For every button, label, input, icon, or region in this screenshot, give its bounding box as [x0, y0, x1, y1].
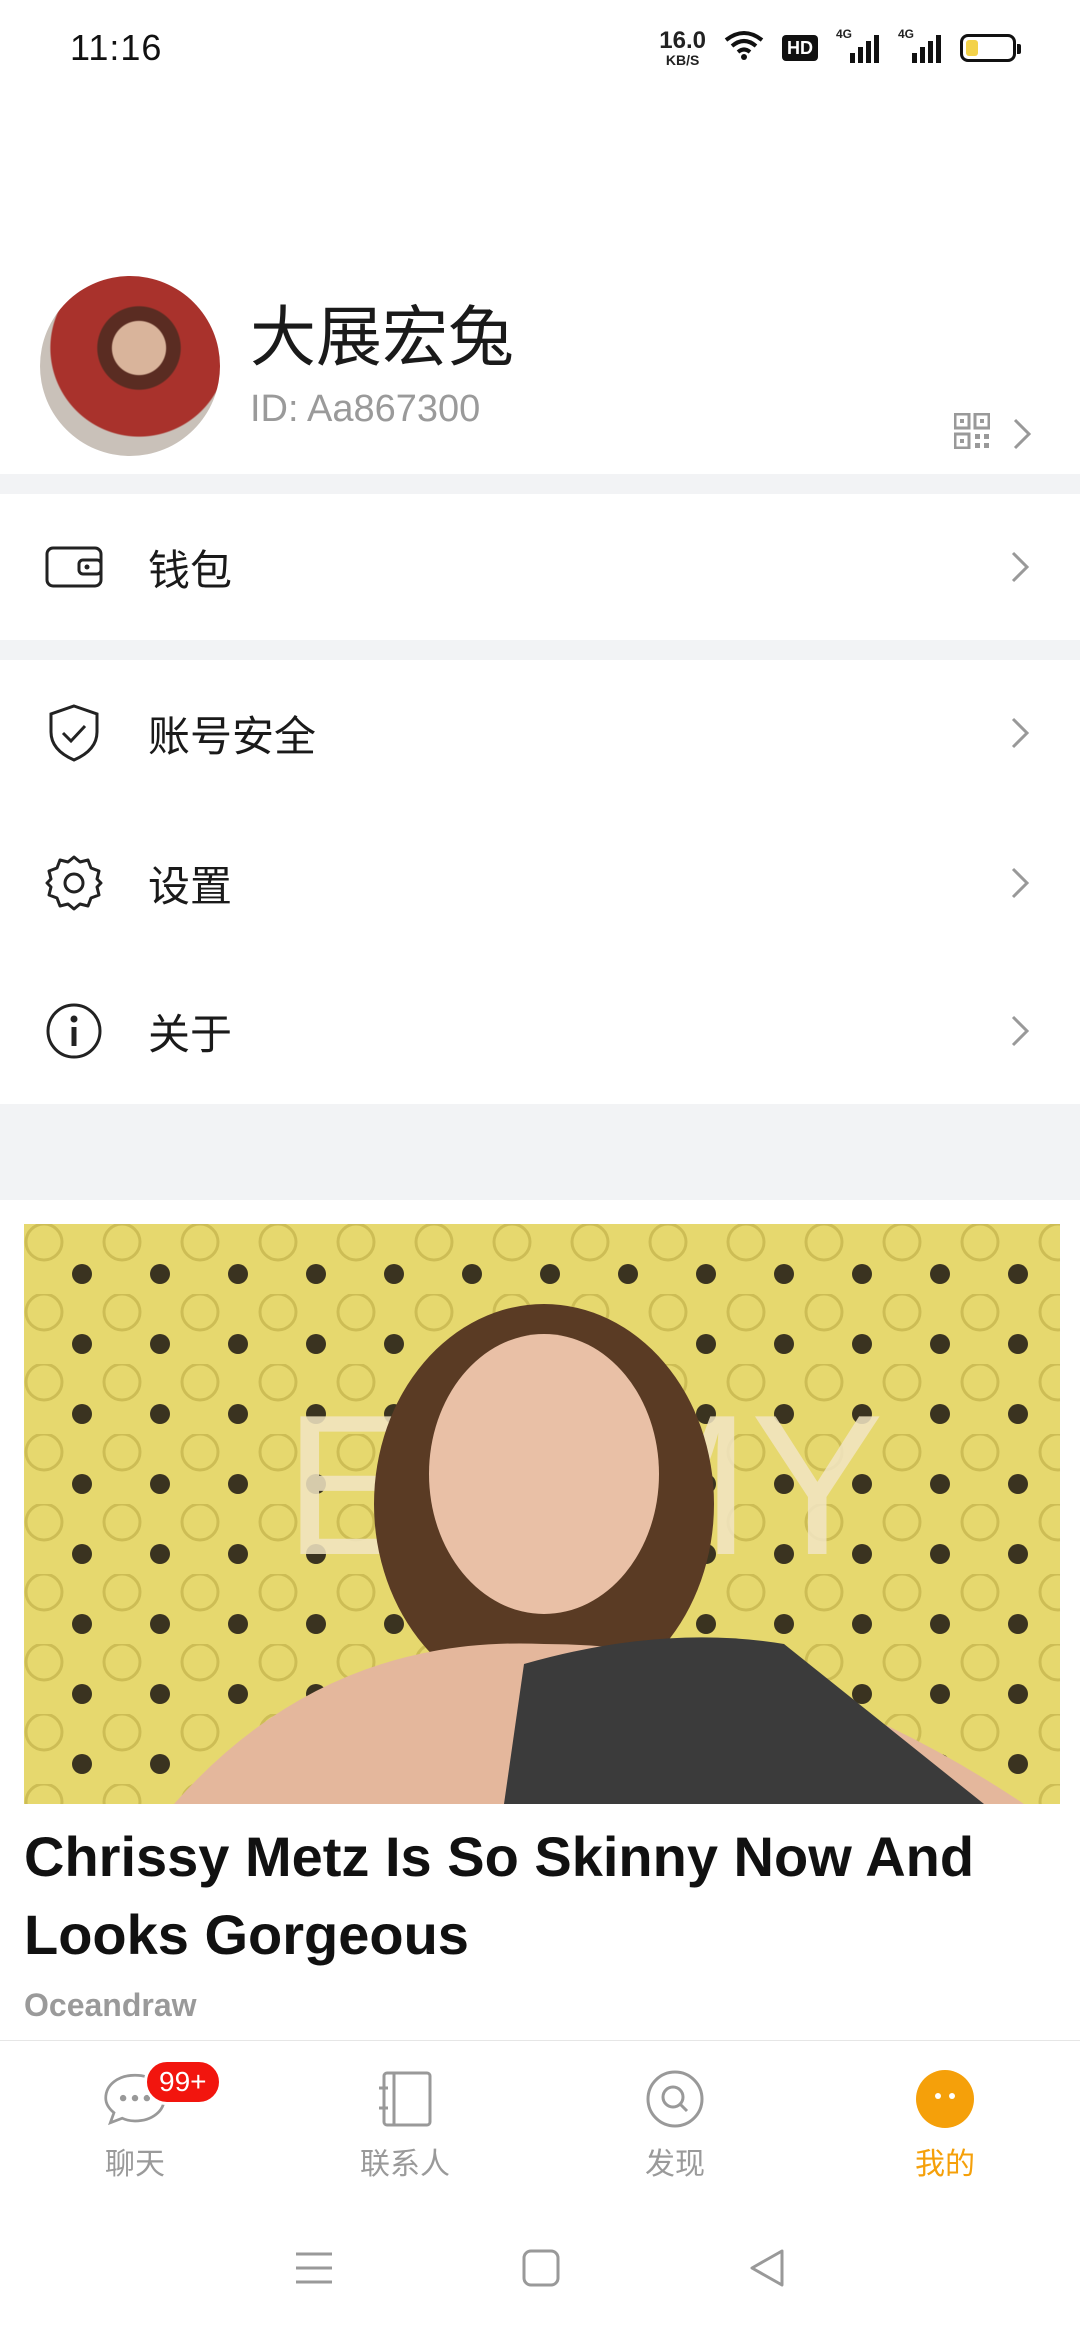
shield-icon [44, 703, 104, 763]
tab-contacts[interactable]: 联系人 [270, 2041, 540, 2200]
hd-voice-icon: HD [782, 35, 818, 61]
network-speed: 16.0 KB/S [659, 27, 706, 68]
signal-1-label: 4G [836, 27, 853, 41]
signal-2-label: 4G [898, 27, 915, 41]
profile-info: 大展宏兔 ID: Aa867300 [250, 301, 954, 431]
menu-item-account-security[interactable]: 账号安全 [0, 660, 1080, 806]
profile-name: 大展宏兔 [250, 300, 514, 375]
chevron-right-icon [1002, 715, 1038, 751]
me-icon [913, 2067, 977, 2131]
menu-icon[interactable] [294, 2250, 334, 2291]
ad-source: Oceandraw [24, 1986, 197, 2023]
menu-item-wallet[interactable]: 钱包 [0, 494, 1080, 640]
tab-discover-label: 发现 [645, 2148, 705, 2181]
chevron-right-icon [1002, 1013, 1038, 1049]
section-divider [0, 640, 1080, 660]
about-label: 关于 [148, 1010, 233, 1058]
network-speed-unit: KB/S [665, 52, 700, 68]
battery-icon [960, 34, 1021, 62]
account-security-label: 账号安全 [148, 712, 317, 760]
tab-me[interactable]: 我的 [810, 2041, 1080, 2200]
menu-item-settings[interactable]: 设置 [0, 810, 1080, 956]
status-time: 11:16 [70, 27, 163, 68]
tab-chat-label: 聊天 [105, 2148, 165, 2181]
profile-actions[interactable] [953, 412, 1040, 454]
back-icon[interactable] [748, 2248, 786, 2293]
menu-item-about[interactable]: 关于 [0, 958, 1080, 1104]
tab-chat[interactable]: 99+ 聊天 [0, 2041, 270, 2200]
section-divider [0, 474, 1080, 494]
wallet-icon [44, 537, 104, 597]
qr-code-icon[interactable] [953, 412, 991, 454]
contacts-book-icon [373, 2067, 437, 2131]
profile-id: ID: Aa867300 [250, 387, 481, 430]
status-bar: 11:16 16.0 KB/S HD 4G 4G [0, 0, 1080, 96]
unread-badge: 99+ [144, 2059, 222, 2105]
chevron-right-icon [1002, 865, 1038, 901]
signal-icon-2: 4G [898, 27, 942, 63]
gear-icon [44, 853, 104, 913]
chevron-right-icon [1002, 549, 1038, 585]
system-nav-bar [0, 2200, 1080, 2340]
tab-me-label: 我的 [915, 2148, 975, 2181]
tab-discover[interactable]: 发现 [540, 2041, 810, 2200]
ad-card[interactable]: EMMY Chrissy Metz Is So Skinny Now And L… [24, 1224, 1060, 2024]
home-icon[interactable] [521, 2248, 561, 2293]
chevron-right-icon [1004, 416, 1040, 452]
status-icons: 16.0 KB/S HD 4G 4G [659, 27, 1021, 68]
wallet-label: 钱包 [148, 546, 233, 594]
section-divider [0, 1104, 1080, 1200]
bottom-nav: 99+ 聊天 联系人 发现 我的 [0, 2040, 1080, 2200]
wifi-icon [724, 30, 764, 67]
info-icon [44, 1001, 104, 1061]
discover-icon [643, 2067, 707, 2131]
settings-label: 设置 [148, 862, 233, 910]
ad-image[interactable]: EMMY [24, 1224, 1060, 1804]
network-speed-value: 16.0 [659, 27, 706, 54]
signal-icon-1: 4G [836, 27, 880, 63]
ad-title[interactable]: Chrissy Metz Is So Skinny Now And Looks … [24, 1818, 1060, 1975]
avatar[interactable] [40, 276, 220, 456]
profile-header[interactable]: 大展宏兔 ID: Aa867300 [0, 258, 1080, 474]
tab-contacts-label: 联系人 [360, 2148, 450, 2181]
